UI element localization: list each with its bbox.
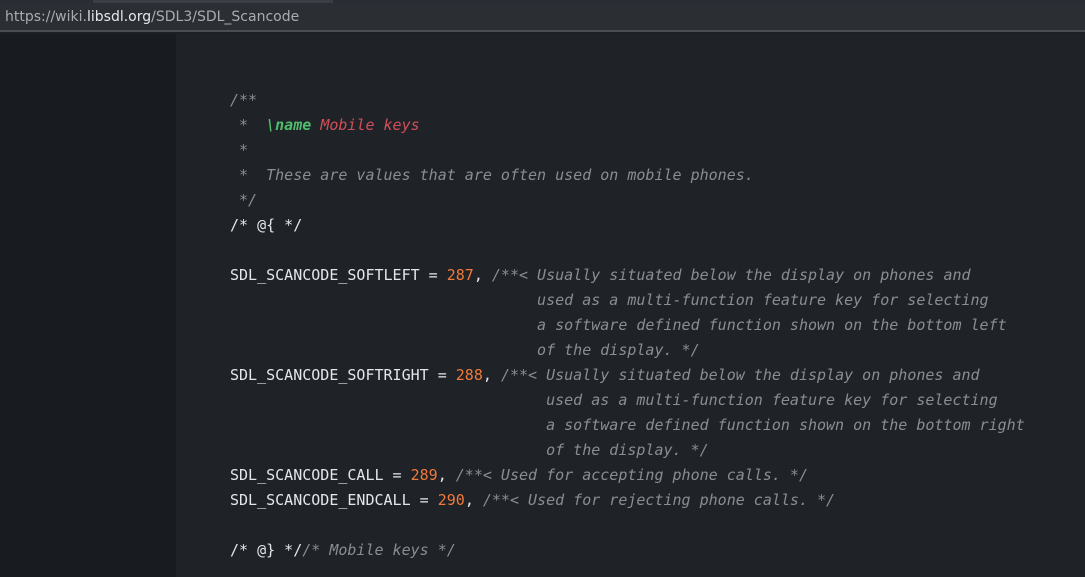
comma: , [473, 266, 492, 284]
code-comment: of the display. */ [230, 441, 709, 459]
doc-name-text: Mobile keys [320, 116, 420, 134]
code-line: SDL_SCANCODE_SOFTRIGHT = 288, /**< Usual… [230, 363, 1025, 388]
code-comment: /**< Used for accepting phone calls. */ [455, 466, 808, 484]
group-close: /* @} */ [230, 541, 303, 559]
code-line: SDL_SCANCODE_CALL = 289, /**< Used for a… [230, 463, 1025, 488]
enum-value: 288 [455, 366, 483, 384]
enum-name: SDL_SCANCODE_SOFTLEFT = [230, 266, 447, 284]
code-block: /** * \name Mobile keys * * These are va… [230, 88, 1025, 563]
code-line: SDL_SCANCODE_SOFTLEFT = 287, /**< Usuall… [230, 263, 1025, 288]
code-line: */ [230, 191, 258, 209]
enum-value: 289 [410, 466, 438, 484]
code-line: * These are values that are often used o… [230, 166, 754, 184]
code-line: SDL_SCANCODE_ENDCALL = 290, /**< Used fo… [230, 488, 1025, 513]
enum-value: 290 [437, 491, 465, 509]
address-bar[interactable]: https://wiki.libsdl.org/SDL3/SDL_Scancod… [0, 4, 1085, 32]
code-comment: of the display. */ [230, 341, 700, 359]
url-host: libsdl.org [86, 9, 152, 25]
code-comment: /* Mobile keys */ [302, 541, 456, 559]
code-comment: a software defined function shown on the… [230, 316, 1007, 334]
code-line: * \name Mobile keys [230, 113, 1025, 138]
enum-name: SDL_SCANCODE_SOFTRIGHT = [230, 366, 456, 384]
comma: , [437, 466, 456, 484]
code-comment: /**< Used for rejecting phone calls. */ [482, 491, 836, 509]
address-bar-url[interactable]: https://wiki.libsdl.org/SDL3/SDL_Scancod… [5, 9, 299, 25]
url-path: /SDL3/SDL_Scancode [151, 9, 300, 25]
code-comment: /**< Usually situated below the display … [500, 366, 980, 384]
code-comment: used as a multi-function feature key for… [230, 291, 989, 309]
comma: , [464, 491, 483, 509]
doc-name-command: \name [266, 116, 312, 134]
sidebar [0, 34, 176, 577]
browser-tab[interactable] [93, 0, 333, 3]
code-comment: a software defined function shown on the… [230, 416, 1025, 434]
doc-star-prefix: * [230, 116, 267, 134]
url-scheme: https://wiki. [5, 9, 87, 25]
enum-name: SDL_SCANCODE_ENDCALL = [230, 491, 438, 509]
code-comment: used as a multi-function feature key for… [230, 391, 998, 409]
code-line: /* @{ */ [230, 216, 303, 234]
code-line: /** [230, 91, 258, 109]
code-line: /* @} *//* Mobile keys */ [230, 538, 1025, 563]
code-line: * [230, 141, 249, 159]
comma: , [482, 366, 501, 384]
enum-value: 287 [446, 266, 474, 284]
enum-name: SDL_SCANCODE_CALL = [230, 466, 411, 484]
code-comment: /**< Usually situated below the display … [491, 266, 971, 284]
